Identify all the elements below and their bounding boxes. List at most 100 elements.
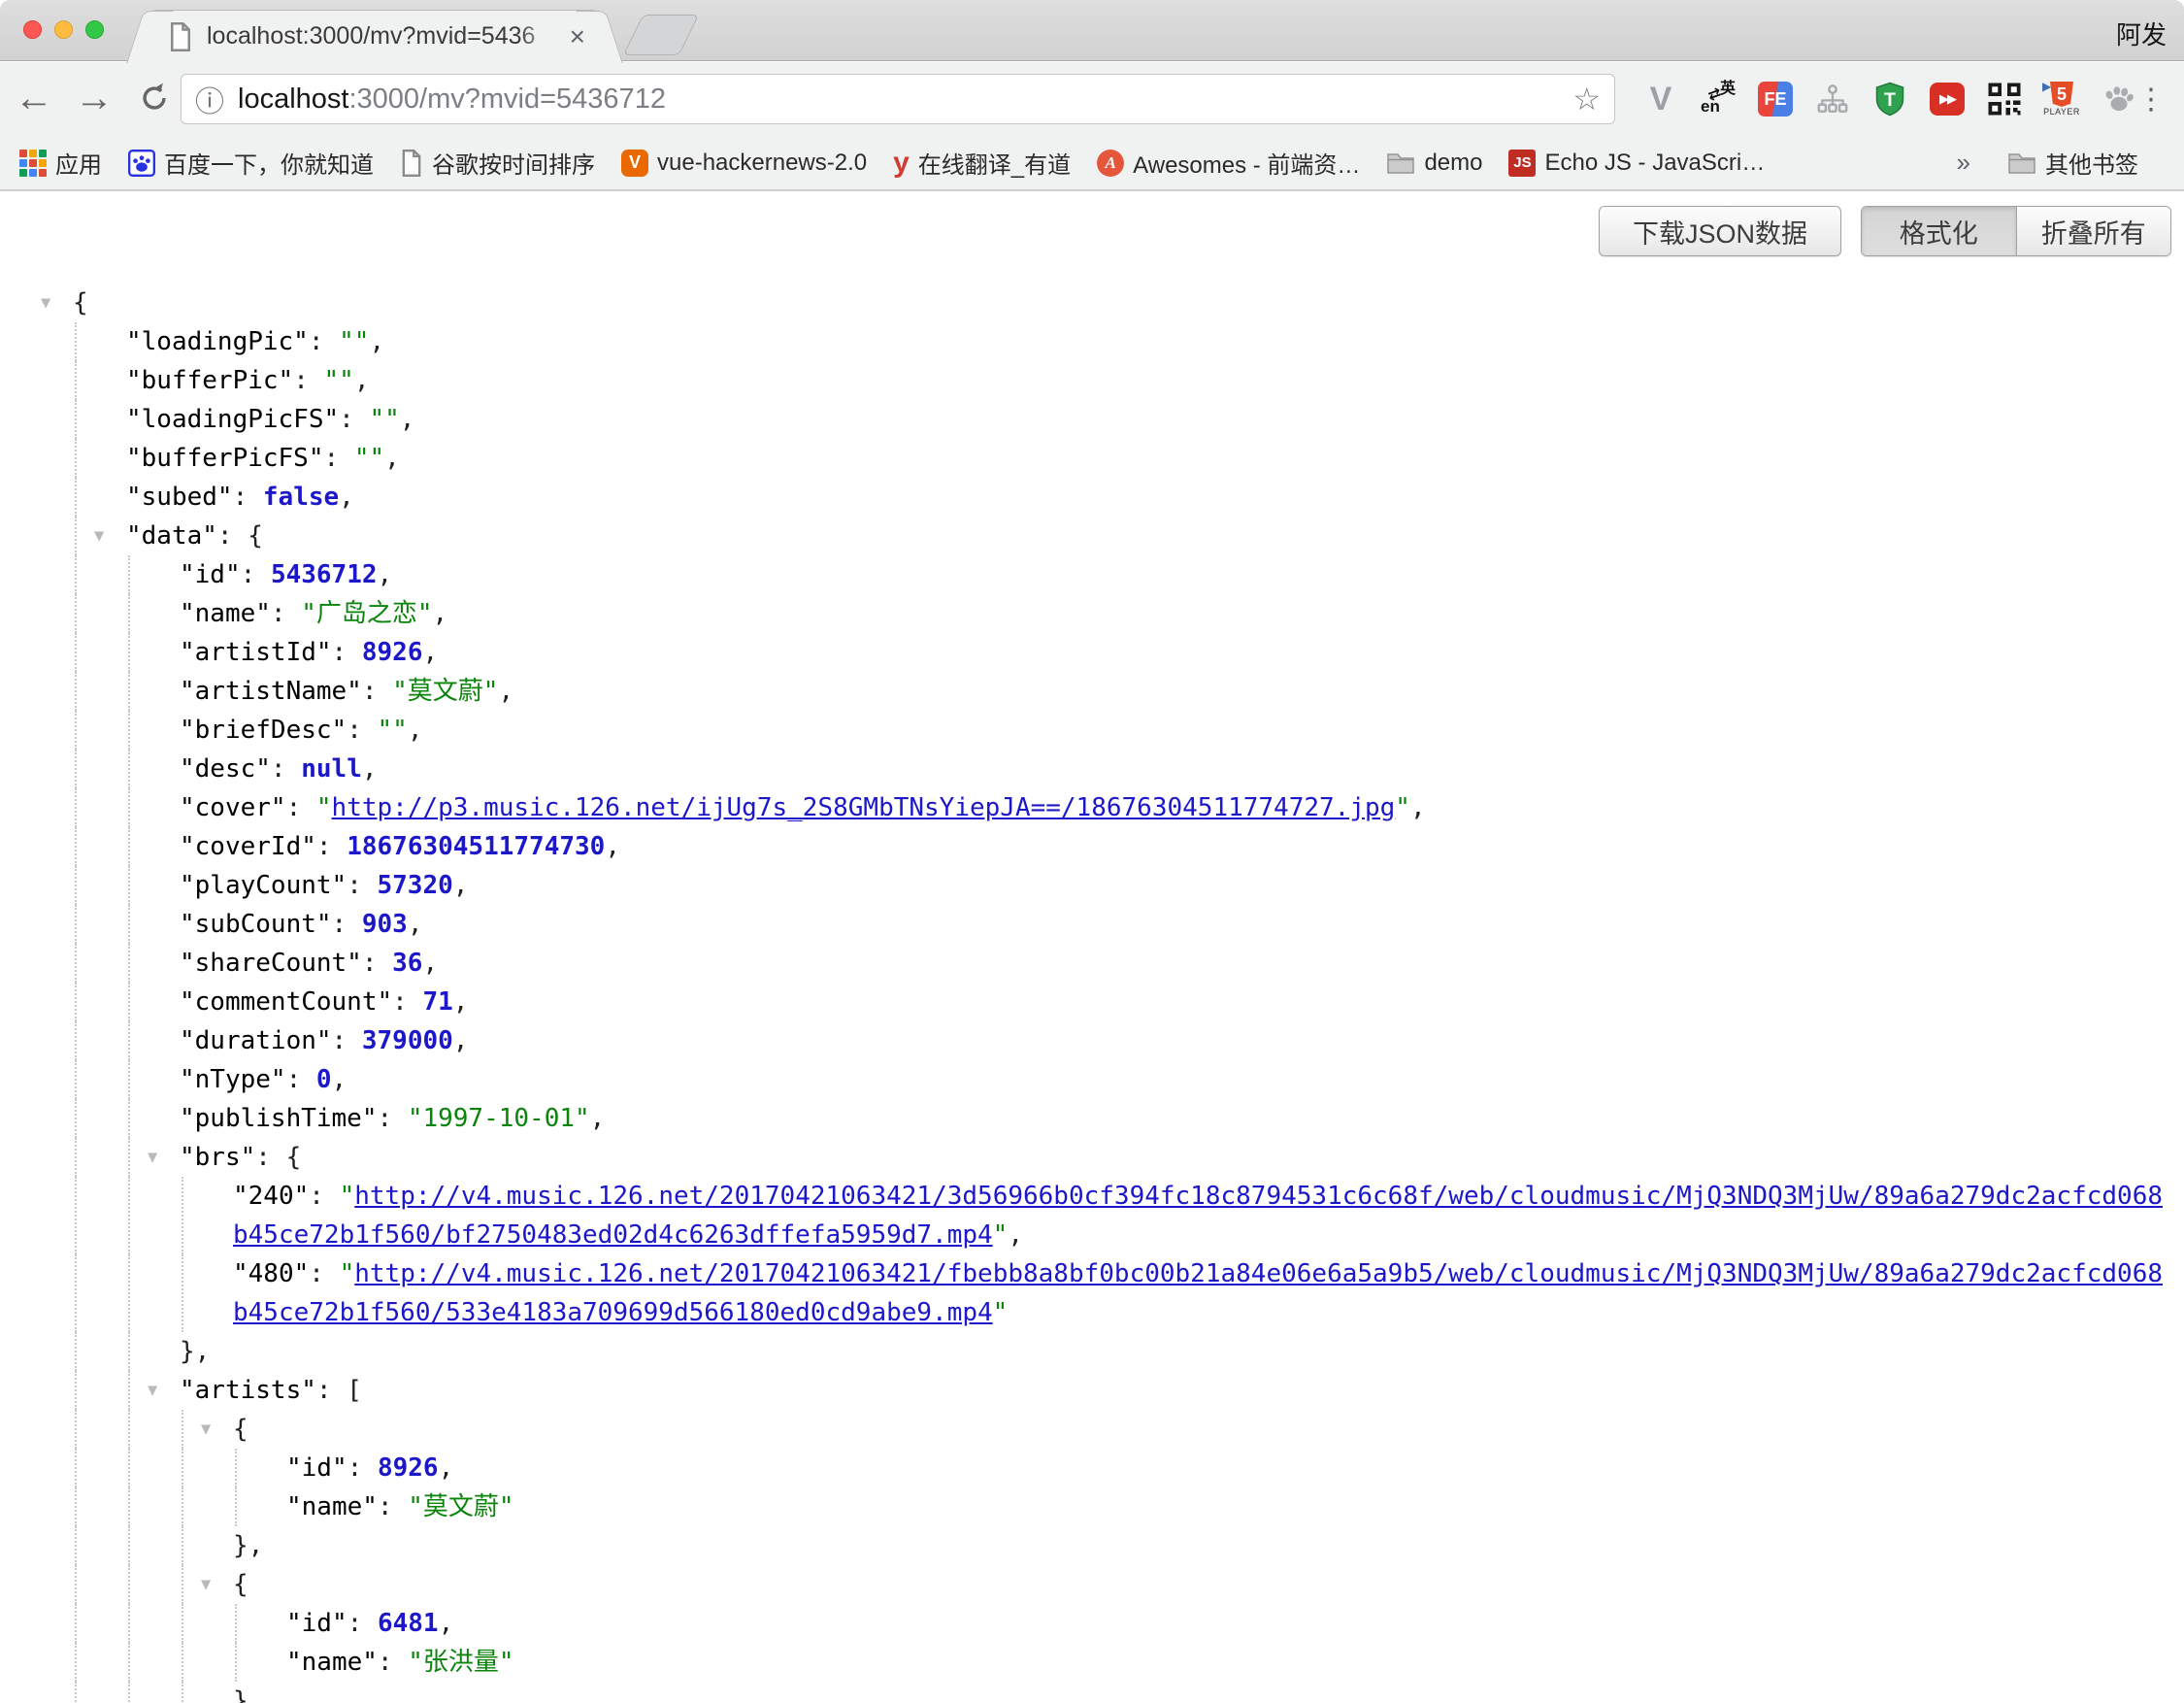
sitemap-extension-button[interactable] [1814, 78, 1851, 120]
json-punctuation: : [241, 560, 271, 589]
qr-code-extension-button[interactable] [1986, 78, 2023, 120]
json-line: "bufferPicFS": "", [0, 439, 2184, 478]
json-key: "name" [180, 599, 271, 628]
other-bookmarks-folder[interactable]: 其他书签 [2007, 146, 2138, 180]
browser-tab[interactable]: localhost:3000/mv?mvid=5436 × [148, 10, 602, 62]
back-button[interactable]: ← [8, 72, 60, 124]
indent-guide [235, 1643, 237, 1682]
json-literal-value: 379000 [362, 1026, 453, 1055]
json-key: "playCount" [180, 871, 347, 900]
json-punctuation: , [400, 405, 415, 434]
json-line: "playCount": 57320, [0, 866, 2184, 905]
bookmark-label: 谷歌按时间排序 [432, 146, 595, 180]
json-key: "duration" [180, 1026, 332, 1055]
vue-icon: V [621, 150, 648, 177]
site-info-icon[interactable]: ⓘ [195, 78, 224, 120]
bookmark-item-7[interactable]: JSEcho JS - JavaScri… [1508, 150, 1765, 177]
fast-forward-extension-button[interactable]: ▶▶ [1929, 78, 1966, 120]
json-punctuation: , [384, 444, 400, 473]
bookmark-item-1[interactable]: 百度一下，你就知道 [128, 146, 374, 180]
indent-guide [128, 711, 130, 750]
url-bar[interactable]: ⓘ localhost:3000/mv?mvid=5436712 ☆ [181, 74, 1615, 124]
bookmark-item-0[interactable]: 应用 [19, 146, 102, 180]
bookmarks-overflow-icon[interactable]: » [1957, 148, 1970, 178]
folder-icon [2007, 151, 2036, 175]
tampermonkey-extension-button[interactable]: T [1871, 78, 1908, 120]
indent-guide [75, 633, 77, 672]
json-string-value: "" [378, 716, 408, 745]
bookmark-item-5[interactable]: AAwesomes - 前端资… [1097, 146, 1360, 180]
indent-guide [75, 1177, 77, 1254]
reload-button[interactable] [128, 72, 181, 124]
bookmark-label: 其他书签 [2045, 146, 2138, 180]
indent-guide [182, 1565, 183, 1604]
tab-close-icon[interactable]: × [570, 23, 585, 50]
indent-guide [182, 1643, 183, 1682]
indent-guide [128, 983, 130, 1021]
json-punctuation: , [605, 832, 620, 861]
json-string-value: "广岛之恋" [301, 599, 432, 628]
json-punctuation: , [1410, 793, 1426, 822]
json-link[interactable]: http://v4.music.126.net/20170421063421/3… [233, 1182, 2163, 1250]
collapse-toggle-icon[interactable]: ▼ [148, 1371, 157, 1410]
bookmark-item-6[interactable]: demo [1386, 150, 1482, 177]
json-line: "artistName": "莫文蔚", [0, 672, 2184, 711]
json-link[interactable]: http://p3.music.126.net/ijUg7s_2S8GMbTNs… [332, 793, 1396, 822]
indent-guide [128, 633, 130, 672]
indent-guide [75, 1410, 77, 1449]
bookmark-label: 百度一下，你就知道 [164, 146, 374, 180]
json-link[interactable]: http://v4.music.126.net/20170421063421/f… [233, 1259, 2163, 1327]
indent-guide [75, 361, 77, 400]
bookmark-item-3[interactable]: Vvue-hackernews-2.0 [621, 150, 867, 177]
json-literal-value: 71 [422, 987, 452, 1017]
json-line: "bufferPic": "", [0, 361, 2184, 400]
indent-guide [75, 944, 77, 983]
indent-guide [75, 905, 77, 944]
json-line: "name": "莫文蔚" [0, 1487, 2184, 1526]
json-key: "name" [286, 1492, 378, 1521]
indent-guide [182, 1254, 183, 1332]
collapse-toggle-icon[interactable]: ▼ [201, 1565, 211, 1604]
url-text[interactable]: localhost:3000/mv?mvid=5436712 [238, 83, 1563, 116]
browser-menu-icon[interactable]: ⋮ [2132, 72, 2170, 126]
json-string-value: "" [324, 366, 354, 395]
indent-guide [128, 1604, 130, 1643]
json-punctuation: : [ [316, 1376, 362, 1405]
json-line: "loadingPic": "", [0, 322, 2184, 361]
json-literal-value: 903 [362, 910, 408, 939]
close-window-button[interactable] [23, 20, 42, 39]
json-punctuation: }, [180, 1337, 210, 1366]
collapse-toggle-icon[interactable]: ▼ [94, 517, 104, 555]
indent-guide [75, 983, 77, 1021]
bookmark-item-4[interactable]: y在线翻译_有道 [893, 146, 1071, 180]
minimize-window-button[interactable] [54, 20, 73, 39]
bookmark-star-icon[interactable]: ☆ [1572, 81, 1601, 117]
tab-title-fade [517, 22, 562, 50]
json-literal-value: null [301, 754, 362, 784]
bookmark-item-2[interactable]: 谷歌按时间排序 [400, 146, 595, 180]
json-key: "shareCount" [180, 949, 362, 978]
json-line: ▼{ [0, 1565, 2184, 1604]
translate-extension-button[interactable]: en英⇄ [1700, 78, 1737, 120]
json-string-value: " [993, 1298, 1009, 1327]
collapse-toggle-icon[interactable]: ▼ [201, 1410, 211, 1449]
bookmarks-bar: 应用 百度一下，你就知道 谷歌按时间排序 Vvue-hackernews-2.0 y在线… [0, 136, 2184, 191]
indent-guide [75, 594, 77, 633]
collapse-all-button[interactable]: 折叠所有 [2016, 207, 2171, 255]
maximize-window-button[interactable] [85, 20, 104, 39]
html5-player-extension-button[interactable]: ▶5PLAYER [2043, 78, 2080, 120]
download-json-button[interactable]: 下载JSON数据 [1599, 206, 1841, 256]
json-string-value: " [340, 1259, 355, 1288]
fe-extension-button[interactable]: FE [1757, 78, 1794, 120]
json-punctuation: : [286, 1065, 316, 1094]
forward-button[interactable]: → [68, 72, 120, 124]
format-button[interactable]: 格式化 [1862, 207, 2016, 255]
json-punctuation: , [453, 987, 469, 1017]
vue-devtools-extension-button[interactable]: V [1642, 78, 1679, 120]
json-key: "subed" [126, 483, 233, 512]
collapse-toggle-icon[interactable]: ▼ [41, 284, 50, 322]
collapse-toggle-icon[interactable]: ▼ [148, 1138, 157, 1177]
indent-guide [235, 1604, 237, 1643]
profile-name[interactable]: 阿发 [2116, 16, 2167, 51]
new-tab-button[interactable] [623, 15, 699, 55]
